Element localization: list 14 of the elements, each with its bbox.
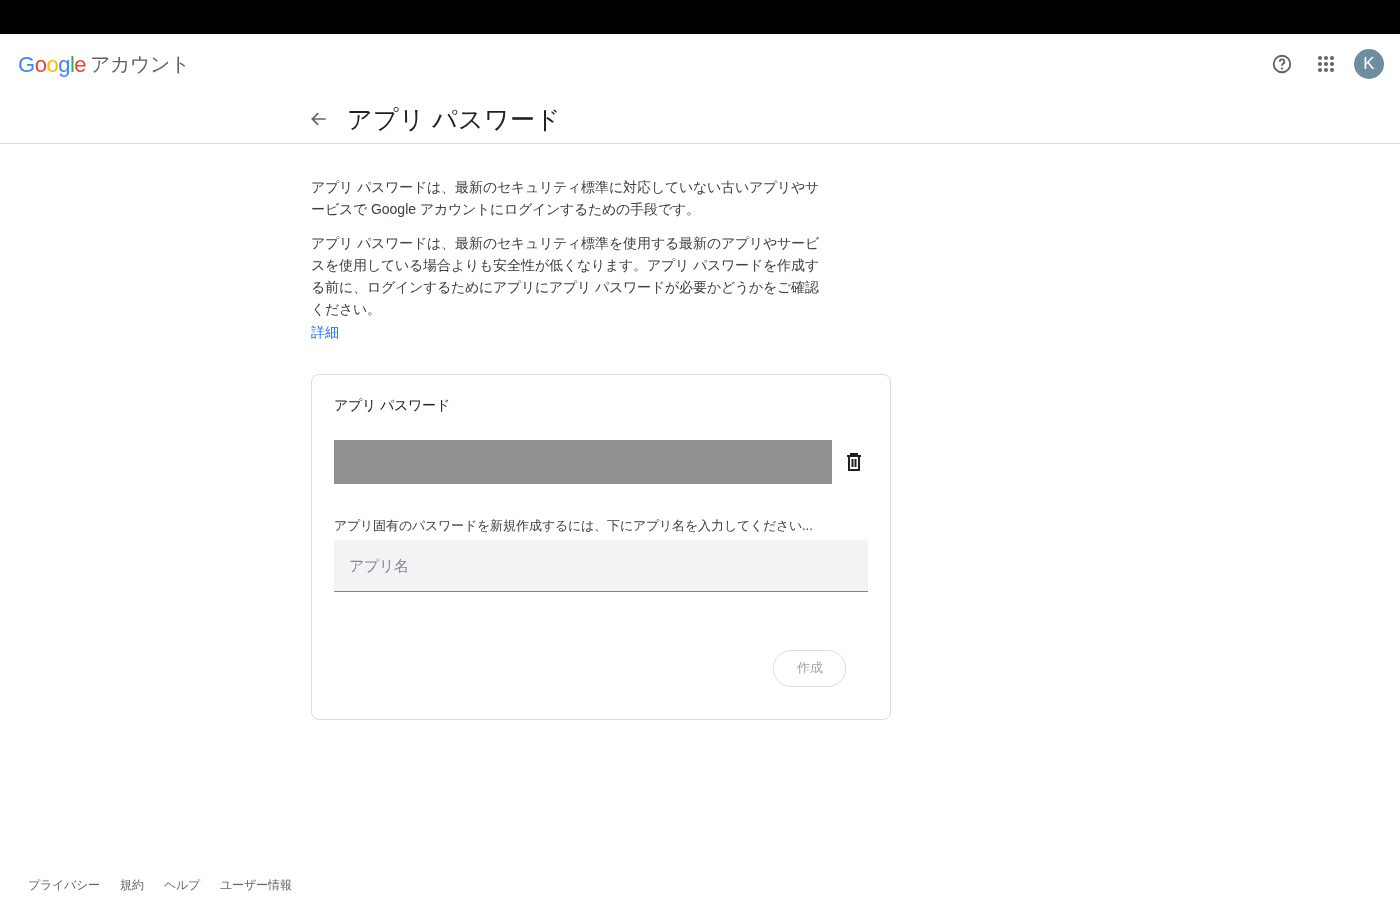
footer-link[interactable]: ヘルプ bbox=[164, 876, 200, 894]
app-name-field[interactable]: アプリ名 bbox=[334, 539, 868, 592]
footer-link[interactable]: ユーザー情報 bbox=[220, 876, 292, 894]
product-name: アカウント bbox=[90, 52, 190, 77]
logo[interactable]: Google bbox=[18, 47, 86, 81]
card-title: アプリ パスワード bbox=[334, 396, 451, 415]
instruction-text: アプリ固有のパスワードを新規作成するには、下にアプリ名を入力してください... bbox=[334, 517, 814, 535]
footer-link[interactable]: 規約 bbox=[120, 876, 144, 894]
intro-paragraph: アプリ パスワードは、最新のセキュリティ標準を使用する最新のアプリやサービスを使用している場合よりも安全性が低くなります。アプリ パスワードを作成する前に、ログインするためにアプリにアプリ パスワードが必要かどうかをご確認ください。 bbox=[311, 234, 819, 319]
learn-more-link[interactable]: 詳細 bbox=[311, 324, 339, 340]
intro-paragraph: アプリ パスワードは、最新のセキュリティ標準に対応していない古いアプリやサービスで Google アカウントにログインするための手段です。 bbox=[311, 178, 819, 219]
footer-link[interactable]: プライバシー bbox=[28, 876, 100, 894]
account-avatar[interactable]: K bbox=[1354, 49, 1384, 79]
page-title: アプリ パスワード bbox=[347, 103, 561, 134]
